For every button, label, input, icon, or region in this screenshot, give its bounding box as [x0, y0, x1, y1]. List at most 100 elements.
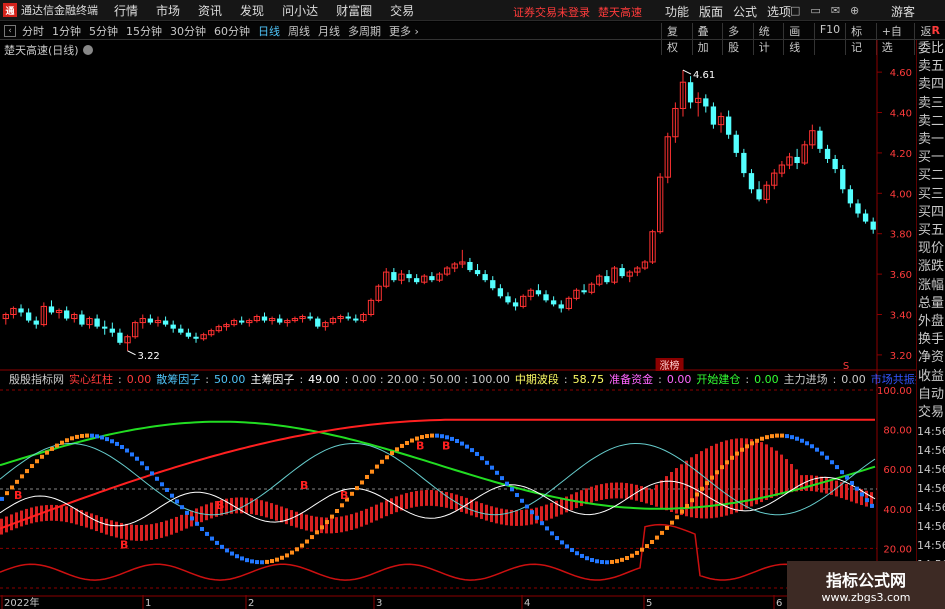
candle-body-down: [824, 148, 831, 159]
globe-icon[interactable]: ⊕: [850, 4, 859, 17]
step-dot: [840, 470, 844, 475]
buy-marker: B: [14, 489, 22, 502]
side-quote-label[interactable]: 涨跌: [917, 258, 945, 276]
indicator-bar: [655, 484, 658, 507]
indicator-bar: [135, 524, 138, 541]
period-tab[interactable]: 30分钟: [170, 23, 206, 39]
step-dot: [640, 547, 644, 552]
step-dot: [20, 474, 24, 479]
menu-item-trade[interactable]: 交易: [390, 2, 414, 19]
indicator-tick-label: 20.00: [883, 544, 912, 555]
step-dot: [435, 433, 439, 438]
period-tab[interactable]: 周线: [288, 23, 310, 39]
step-dot: [270, 559, 274, 564]
guest-label[interactable]: 游客: [891, 3, 915, 20]
period-tab[interactable]: 更多 ›: [389, 23, 419, 39]
stock-link[interactable]: 楚天高速: [598, 4, 642, 20]
period-tab[interactable]: 月线: [318, 23, 340, 39]
side-quote-label[interactable]: 涨幅: [917, 277, 945, 295]
indicator-bar: [45, 505, 48, 521]
side-quote-label[interactable]: 换手: [917, 331, 945, 349]
candle-body-down: [353, 318, 359, 321]
candle-body-down: [64, 310, 70, 319]
window-icon[interactable]: □: [790, 4, 800, 17]
step-dot: [100, 435, 104, 440]
step-dot: [815, 447, 819, 452]
period-tab[interactable]: 5分钟: [89, 23, 118, 39]
step-dot: [830, 460, 834, 465]
side-quote-label[interactable]: 买五: [917, 222, 945, 240]
side-quote-label[interactable]: 买四: [917, 204, 945, 222]
menu-item-discover[interactable]: 发现: [240, 2, 264, 19]
step-dot: [320, 525, 324, 530]
side-quote-label[interactable]: 卖五: [917, 58, 945, 76]
indicator-name[interactable]: 殷殷指标网: [9, 371, 64, 387]
step-dot: [600, 560, 604, 565]
menu-item-options[interactable]: 选项: [767, 3, 791, 20]
indicator-field-value: 0.00: [841, 372, 866, 386]
menu-item-ask[interactable]: 问小达: [282, 2, 318, 19]
side-quote-label[interactable]: 卖四: [917, 76, 945, 94]
indicator-bar: [820, 476, 823, 493]
menu-item-layout[interactable]: 版面: [699, 3, 723, 20]
side-quote-label[interactable]: 买三: [917, 186, 945, 204]
step-dot: [790, 435, 794, 440]
step-dot: [485, 460, 489, 465]
indicator-bar: [165, 520, 168, 537]
step-dot: [50, 446, 54, 451]
menu-item-wealth[interactable]: 财富圈: [336, 2, 372, 19]
side-quote-label[interactable]: 总量: [917, 295, 945, 313]
period-tab[interactable]: 分时: [22, 23, 44, 39]
mail-icon[interactable]: ✉: [831, 4, 840, 17]
side-quote-label[interactable]: 外盘: [917, 313, 945, 331]
indicator-bar: [25, 508, 28, 525]
side-quote-label[interactable]: 卖三: [917, 95, 945, 113]
indicator-colon: :: [658, 372, 662, 386]
login-warning[interactable]: 证券交易未登录: [513, 4, 590, 20]
menu-item-market[interactable]: 行情: [114, 2, 138, 19]
step-dot: [395, 447, 399, 452]
step-dot: [90, 433, 94, 438]
indicator-bar: [580, 490, 583, 507]
side-trade-label: 自动: [917, 386, 944, 402]
chart-area[interactable]: 4.60 4.40 4.20 4.00 3.80 3.60 3.40 3.20 4.61 3.22…: [0, 40, 916, 609]
side-quote-label[interactable]: 卖二: [917, 113, 945, 131]
period-tab[interactable]: 15分钟: [126, 23, 162, 39]
step-dot: [495, 470, 499, 475]
step-dot: [515, 493, 519, 498]
period-tab[interactable]: 1分钟: [52, 23, 81, 39]
period-tab[interactable]: 日线: [258, 23, 280, 39]
side-quote-label[interactable]: 买二: [917, 167, 945, 185]
menu-item-exchange[interactable]: 市场: [156, 2, 180, 19]
candle-body-down: [193, 336, 199, 339]
step-dot: [705, 481, 709, 486]
indicator-bar: [790, 463, 793, 493]
period-tab[interactable]: 60分钟: [214, 23, 250, 39]
menu-item-function[interactable]: 功能: [665, 3, 689, 20]
indicator-bar: [185, 512, 188, 529]
step-dot: [455, 439, 459, 444]
step-dot: [550, 531, 554, 536]
indicator-bar: [810, 475, 813, 492]
indicator-colon: :: [299, 372, 304, 386]
indicator-bar: [370, 506, 373, 523]
indicator-bar: [700, 451, 703, 519]
side-quote-label[interactable]: 卖一: [917, 131, 945, 149]
indicator-bar: [535, 507, 538, 524]
menu-item-news[interactable]: 资讯: [198, 2, 222, 19]
side-quote-label[interactable]: 买一: [917, 149, 945, 167]
step-dot: [295, 547, 299, 552]
step-dot: [185, 510, 189, 515]
side-quote-label[interactable]: 现价: [917, 240, 945, 258]
side-quote-label[interactable]: 委比: [917, 40, 945, 58]
collapse-left-icon[interactable]: ‹: [4, 24, 16, 37]
side-quote-label[interactable]: 收益: [917, 368, 945, 386]
period-tab[interactable]: 多周期: [348, 23, 381, 39]
step-dot: [675, 515, 679, 520]
buy-marker: B: [300, 479, 308, 492]
side-quote-label[interactable]: 净资: [917, 349, 945, 367]
panel-icon[interactable]: ▭: [810, 4, 820, 17]
step-dot: [65, 438, 69, 443]
period-tabs: 分时 1分钟 5分钟 15分钟 30分钟 60分钟 日线 周线 月线 多周期 更多 ›: [22, 23, 419, 39]
menu-item-formula[interactable]: 公式: [733, 3, 757, 20]
